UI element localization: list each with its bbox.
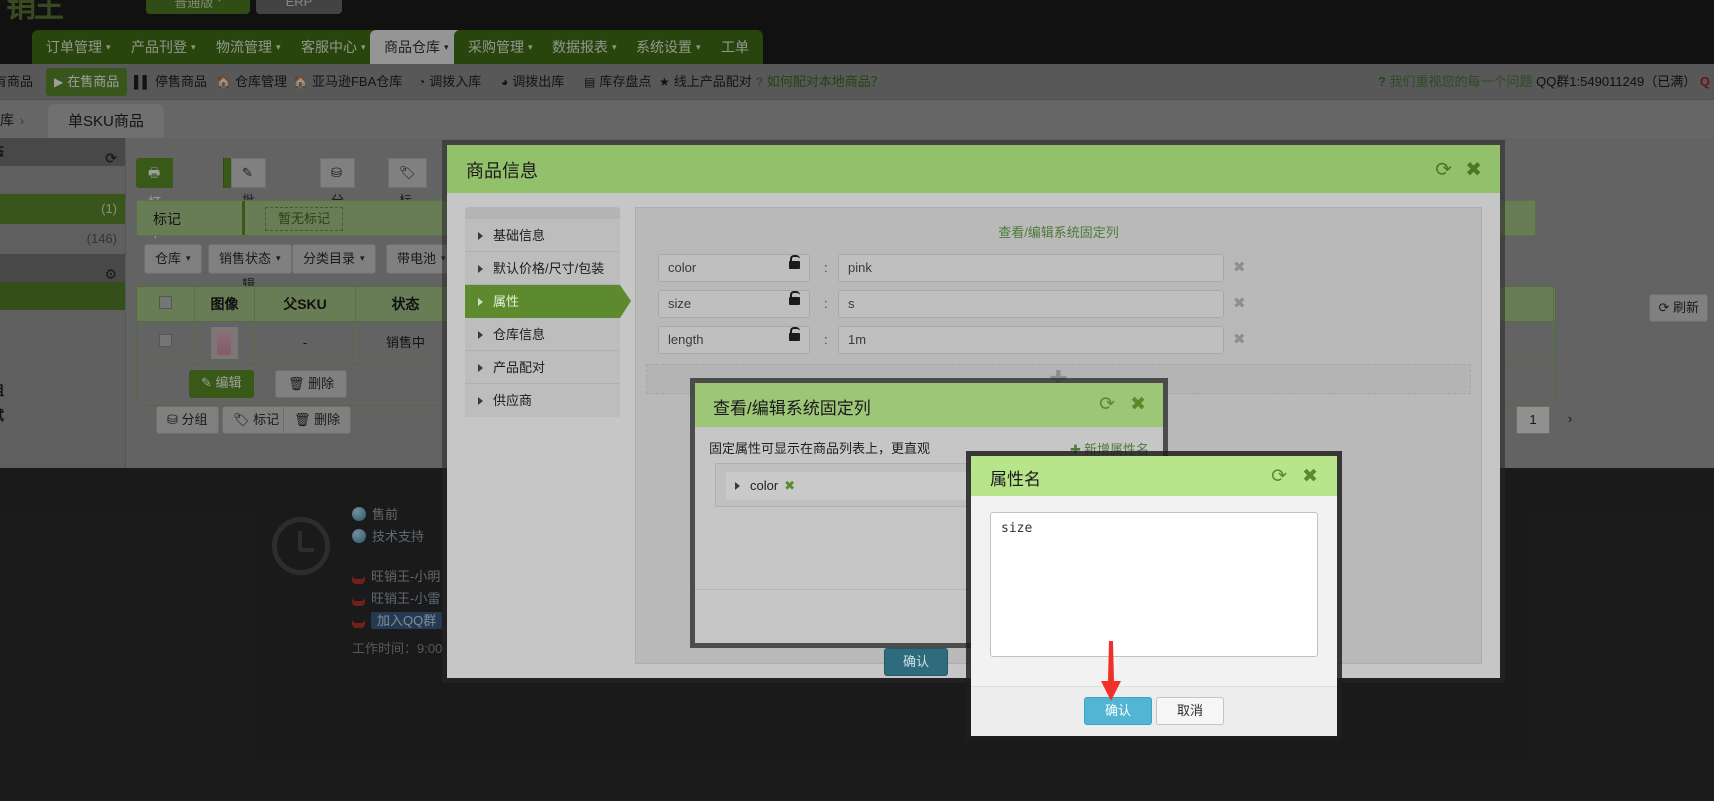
remove-attribute-icon[interactable]: ✖ [1233,294,1246,312]
sidebar-item-supplier[interactable]: 供应商 [465,384,620,417]
attribute-name-cancel-button[interactable]: 取消 [1156,697,1225,725]
view-edit-system-columns-link[interactable]: 查看/编辑系统固定列 [636,222,1481,241]
close-icon[interactable]: ✖ [1465,157,1482,182]
attribute-name-modal-header: 属性名 ⟳ ✖ [971,456,1337,496]
product-info-modal-header: 商品信息 ⟳ ✖ [447,145,1500,193]
attribute-separator: : [824,296,828,311]
sidebar-item-attributes[interactable]: 属性 [465,285,631,318]
remove-attribute-icon[interactable]: ✖ [1233,258,1246,276]
sidebar-item-product-matching[interactable]: 产品配对 [465,351,620,384]
sidebar-item-label: 仓库信息 [493,327,546,342]
attribute-key-length[interactable]: length [658,326,810,354]
add-attribute-name-label: 新增属性名 [1083,442,1149,457]
unlock-icon[interactable] [789,327,800,341]
remove-icon[interactable]: ✖ [784,478,795,493]
attribute-name-confirm-button[interactable]: 确认 [1084,697,1153,725]
sidebar-item-label: 默认价格/尺寸/包装 [493,261,605,276]
product-info-confirm-label: 确认 [903,654,930,669]
fixed-columns-modal-header: 查看/编辑系统固定列 ⟳ ✖ [695,383,1163,427]
product-info-confirm-button[interactable]: 确认 [884,648,949,676]
red-down-arrow-icon [1101,641,1121,701]
product-info-modal-title: 商品信息 [466,161,538,181]
attribute-name-modal-footer: 确认 取消 [971,686,1337,736]
sidebar-top-spacer [465,207,620,219]
attribute-row-length: length : 1m ✖ [658,326,1258,354]
sidebar-item-warehouse-info[interactable]: 仓库信息 [465,318,620,351]
attribute-value-color[interactable]: pink [838,254,1224,282]
attribute-name-textarea[interactable] [990,512,1318,657]
attribute-name-modal: 属性名 ⟳ ✖ 确认 取消 [971,456,1337,736]
attribute-name-cancel-label: 取消 [1177,703,1204,718]
attribute-value-length[interactable]: 1m [838,326,1224,354]
unlock-icon[interactable] [789,291,800,305]
fixed-columns-modal-title: 查看/编辑系统固定列 [713,399,871,418]
attribute-key-label: color [668,260,697,275]
attribute-key-label: length [668,332,704,347]
attribute-value-size[interactable]: s [838,290,1224,318]
attribute-row-size: size : s ✖ [658,290,1258,318]
attribute-separator: : [824,332,828,347]
refresh-icon[interactable]: ⟳ [1435,157,1452,182]
sidebar-item-label: 基础信息 [493,228,546,243]
plus-icon: ✚ [1070,442,1081,457]
list-item-label: color [750,478,779,493]
app-root: 销王 普通版▾ ERP 订单管理▾ 产品刊登▾ 物流管理▾ 客服中心▾ 商品仓库… [0,0,1714,801]
attribute-name-modal-title: 属性名 [990,470,1041,489]
sidebar-item-label: 供应商 [493,393,533,408]
attribute-separator: : [824,260,828,275]
refresh-icon[interactable]: ⟳ [1271,465,1287,488]
unlock-icon[interactable] [789,255,800,269]
sidebar-item-label: 产品配对 [493,360,546,375]
refresh-icon[interactable]: ⟳ [1099,393,1115,416]
attribute-key-label: size [668,296,692,311]
sidebar-item-label: 属性 [493,294,520,309]
remove-attribute-icon[interactable]: ✖ [1233,330,1246,348]
attribute-key-size[interactable]: size [658,290,810,318]
attribute-key-color[interactable]: color [658,254,810,282]
product-info-sidebar: 基础信息 默认价格/尺寸/包装 属性 仓库信息 产品配对 供应商 [465,207,631,417]
close-icon[interactable]: ✖ [1302,465,1318,488]
sidebar-item-price-size-package[interactable]: 默认价格/尺寸/包装 [465,252,620,285]
attribute-name-confirm-label: 确认 [1105,703,1132,718]
sidebar-item-basic-info[interactable]: 基础信息 [465,219,620,252]
close-icon[interactable]: ✖ [1130,393,1146,416]
fixed-columns-description: 固定属性可显示在商品列表上，更直观 [709,441,931,456]
attribute-row-color: color : pink ✖ [658,254,1258,282]
